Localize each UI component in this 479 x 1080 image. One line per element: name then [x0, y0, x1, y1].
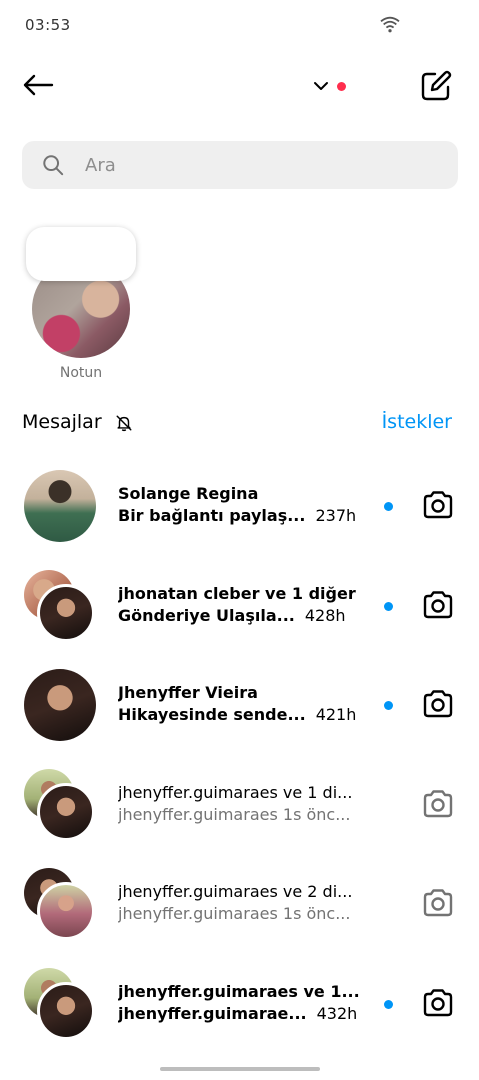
section-title: Mesajlar [22, 411, 102, 433]
search-bar[interactable] [22, 141, 458, 189]
back-button[interactable] [20, 70, 56, 100]
thread-row[interactable]: Jhenyffer Vieira Hikayesinde sende... 42… [0, 655, 479, 755]
unread-dot [384, 502, 393, 511]
thread-list: Solange Regina Bir bağlantı paylaş... 23… [0, 456, 479, 1053]
avatar [24, 470, 96, 542]
thread-preview: Hikayesinde sende... [118, 705, 306, 724]
thread-time: 432h [316, 1003, 358, 1023]
thread-row[interactable]: jhenyffer.guimaraes ve 2 di... jhenyffer… [0, 854, 479, 954]
search-input[interactable] [85, 154, 425, 176]
thread-preview: jhenyffer.guimaraes 1s önc... [118, 804, 351, 824]
thread-name: jhenyffer.guimaraes ve 1... [118, 981, 360, 1001]
camera-icon[interactable] [421, 687, 455, 721]
compose-button[interactable] [418, 68, 454, 104]
camera-icon[interactable] [421, 886, 455, 920]
thread-preview: jhenyffer.guimaraes 1s önc... [118, 904, 351, 923]
thread-row[interactable]: jhenyffer.guimaraes ve 1 di... jhenyffer… [0, 755, 479, 855]
avatar [37, 981, 95, 1040]
thread-preview: jhenyffer.guimarae... [118, 1003, 307, 1023]
thread-time: 421h [315, 705, 357, 724]
notification-dot [337, 81, 346, 91]
thread-name: jhonatan cleber ve 1 diğer [118, 583, 356, 603]
thread-time: 428h [304, 605, 346, 625]
compose-icon [421, 70, 452, 101]
camera-icon[interactable] [421, 588, 455, 622]
thread-row[interactable]: jhenyffer.guimaraes ve 1... jhenyffer.gu… [0, 954, 479, 1054]
account-switcher[interactable] [310, 74, 354, 98]
avatar [37, 583, 95, 642]
avatar [37, 782, 95, 841]
thread-row[interactable]: jhonatan cleber ve 1 diğer Gönderiye Ula… [0, 556, 479, 656]
thread-name: jhenyffer.guimaraes ve 1 di... [118, 782, 353, 802]
camera-icon[interactable] [421, 986, 455, 1020]
unread-dot [384, 601, 393, 611]
unread-dot [384, 999, 393, 1009]
status-bar: 03:53 [0, 0, 479, 50]
arrow-left-icon [23, 74, 54, 96]
avatar [37, 882, 95, 940]
thread-name: jhenyffer.guimaraes ve 2 di... [118, 882, 353, 901]
requests-link[interactable]: İstekler [382, 411, 452, 433]
avatar [24, 669, 96, 741]
messages-header: Mesajlar İstekler [22, 408, 452, 438]
thread-row[interactable]: Solange Regina Bir bağlantı paylaş... 23… [0, 456, 479, 556]
thread-preview: Gönderiye Ulaşıla... [118, 605, 295, 625]
header [0, 60, 479, 112]
thread-name: Solange Regina [118, 484, 259, 503]
camera-icon[interactable] [421, 488, 455, 522]
thread-name: Jhenyffer Vieira [118, 683, 258, 702]
note-label: Notun [59, 365, 103, 381]
wifi-icon [380, 16, 400, 33]
status-time: 03:53 [25, 16, 71, 34]
camera-icon[interactable] [421, 787, 455, 821]
search-icon [43, 155, 64, 176]
thread-time: 237h [315, 506, 357, 525]
chevron-down-icon [314, 82, 328, 90]
note-item[interactable]: Notun [24, 225, 140, 385]
note-bubble[interactable] [26, 227, 136, 281]
unread-dot [384, 701, 393, 710]
home-indicator[interactable] [160, 1067, 320, 1071]
bell-off-icon [116, 415, 132, 432]
thread-preview: Bir bağlantı paylaş... [118, 506, 306, 525]
